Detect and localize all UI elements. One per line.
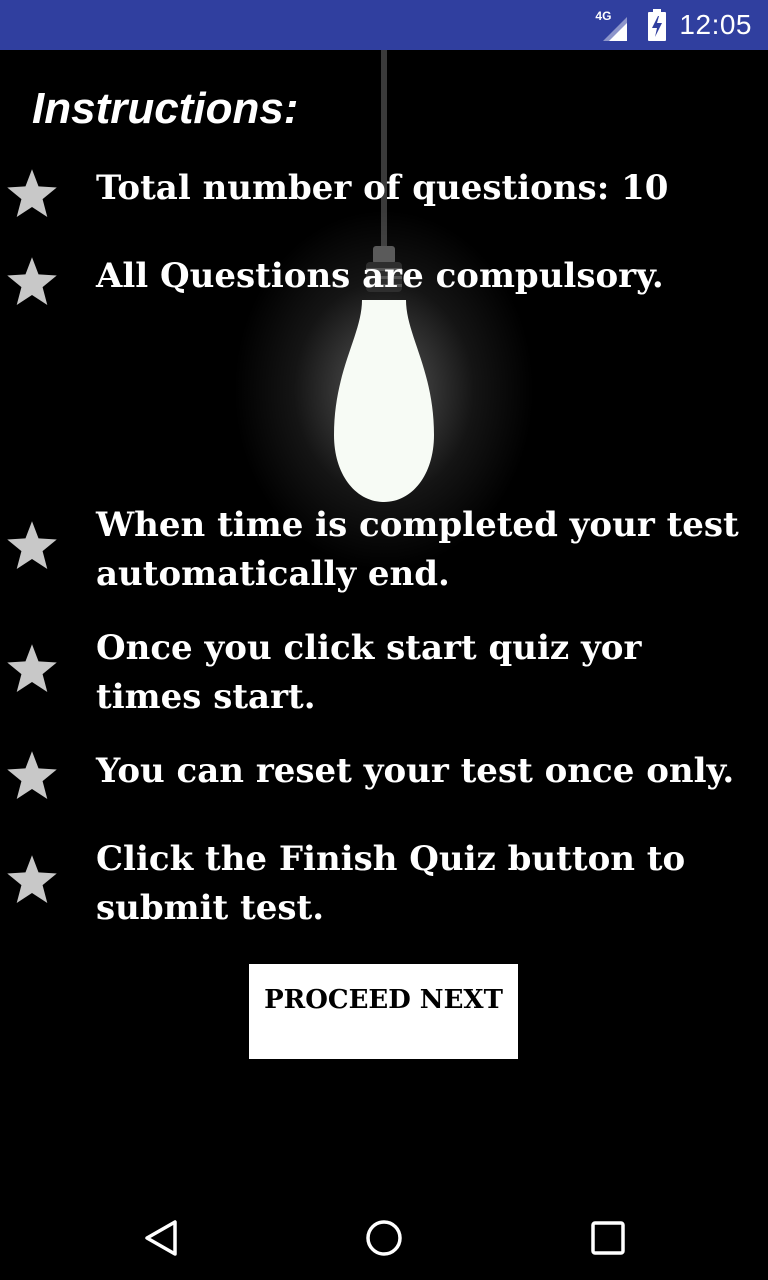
- instruction-text: All Questions are compulsory.: [96, 256, 664, 296]
- signal-4g-icon: 4G: [595, 9, 635, 41]
- recents-icon[interactable]: [580, 1210, 636, 1266]
- star-icon: [7, 644, 57, 692]
- home-icon[interactable]: [356, 1210, 412, 1266]
- instruction-text: Click the Finish Quiz button to submit t…: [96, 839, 686, 928]
- instruction-text: You can reset your test once only.: [96, 751, 735, 791]
- navigation-bar: [0, 1192, 768, 1280]
- back-icon[interactable]: [132, 1210, 188, 1266]
- instruction-text: When time is completed your test automat…: [96, 505, 739, 594]
- instructions-screen: Instructions: Total number of questions:…: [0, 50, 768, 1192]
- instruction-text: Total number of questions: 10: [96, 168, 669, 208]
- star-icon: [7, 521, 57, 569]
- instruction-text: Once you click start quiz yor times star…: [96, 628, 642, 717]
- clock: 12:05: [679, 9, 752, 40]
- status-bar: 4G 12:05: [0, 0, 768, 50]
- proceed-next-button[interactable]: PROCEED NEXT: [249, 964, 518, 1059]
- star-icon: [7, 751, 57, 799]
- page-title: Instructions:: [32, 84, 299, 133]
- star-icon: [7, 169, 57, 217]
- proceed-next-label: PROCEED NEXT: [264, 985, 503, 1015]
- star-icon: [7, 855, 57, 903]
- star-icon: [7, 257, 57, 305]
- status-icons: 4G 12:05: [595, 0, 752, 50]
- battery-charging-icon: [648, 9, 667, 41]
